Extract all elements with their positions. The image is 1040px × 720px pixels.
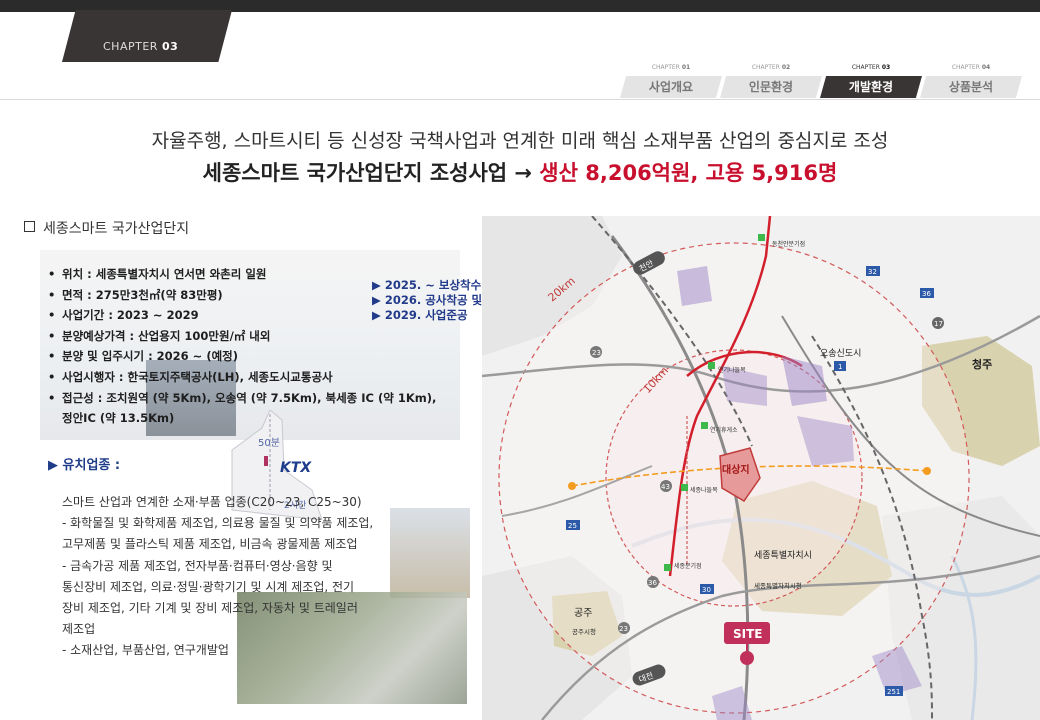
header-divider [0, 99, 1040, 100]
industry-line: 고무제품 및 플라스틱 제품 제조업, 비금속 광물제품 제조업 [62, 537, 358, 552]
headline: 자율주행, 스마트시티 등 신성장 국책사업과 연계한 미래 핵심 소재부품 산… [151, 130, 889, 152]
tab-caption: CHAPTER 03 [851, 64, 891, 71]
list-item: • 분양예상가격 : 산업용지 100만원/㎡ 내외 [48, 328, 271, 343]
tab-chapter-03[interactable]: CHAPTER 03 개발환경 [820, 62, 922, 98]
industry-line: - 소재산업, 부품산업, 연구개발업 [62, 643, 229, 658]
route-number: 25 [568, 522, 577, 530]
station-label: 연기나들목 [718, 366, 746, 374]
route-number: 23 [592, 349, 601, 357]
industry-line: 통신장비 제조업, 의료·정밀·광학기기 및 시계 제조업, 전기 [62, 579, 355, 594]
station-label: 동천안분기점 [772, 240, 805, 248]
target-area-label: 대상지 [722, 463, 750, 476]
tab-chapter-04[interactable]: CHAPTER 04 상품분석 [920, 62, 1022, 98]
place-label: 청주 [972, 357, 992, 371]
list-item-continuation: 정안IC (약 13.5Km) [62, 411, 175, 426]
chapter-tab [62, 10, 232, 62]
ktx-logo: KTX [280, 460, 312, 476]
station-label: 세종나들목 [690, 486, 718, 494]
industry-line: - 금속가공 제품 제조업, 전자부품·컴퓨터·영상·음향 및 [62, 558, 333, 573]
place-label: 세종특별자치시 [754, 549, 812, 561]
route-number: 23 [619, 625, 628, 633]
industry-title: ▶ 유치업종 : [48, 458, 121, 473]
place-label: 세종특별자치시청 [754, 581, 802, 590]
tab-caption: CHAPTER 02 [751, 64, 791, 71]
tab-chapter-01[interactable]: CHAPTER 01 사업개요 [620, 62, 722, 98]
chapter-number: 03 [161, 40, 179, 53]
route-number: 36 [648, 579, 657, 587]
ktx-time-top: 50분 [258, 437, 280, 449]
list-item: • 분양 및 입주시기 : 2026 ~ (예정) [48, 349, 238, 364]
checkbox-square-icon [24, 221, 35, 232]
chapter-prefix: CHAPTER [103, 40, 158, 53]
route-number: 43 [661, 483, 670, 491]
industry-line: 제조업 [62, 622, 96, 637]
section-title-text: 세종스마트 국가산업단지 [43, 221, 190, 237]
list-item: • 접근성 : 조치원역 (약 5Km), 오송역 (약 7.5Km), 북세종 … [48, 390, 437, 405]
tab-caption: CHAPTER 01 [651, 64, 691, 71]
industry-line: - 화학물질 및 화학제품 제조업, 의료용 물질 및 의약품 제조업, [62, 516, 374, 531]
route-number: 251 [887, 688, 900, 696]
place-label: 공주시청 [572, 628, 596, 636]
industry-line: 스마트 산업과 연계한 소재·부품 업종(C20~23, C25~30) [62, 495, 362, 509]
subhead-main: 세종스마트 국가산업단지 조성사업 → [202, 161, 532, 185]
list-item: • 사업시행자 : 한국토지주택공사(LH), 세종도시교통공사 [48, 369, 333, 384]
tab-caption: CHAPTER 04 [951, 64, 991, 71]
tab-label: 사업개요 [620, 76, 722, 98]
chapter-label: CHAPTER 03 [103, 40, 178, 53]
place-label: 오송신도시 [820, 348, 861, 359]
tab-label: 상품분석 [920, 76, 1022, 98]
place-label: 공주 [574, 607, 592, 619]
industry-list: 스마트 산업과 연계한 소재·부품 업종(C20~23, C25~30) - 화… [62, 492, 462, 662]
site-marker-label: SITE [733, 627, 763, 641]
subhead: 세종스마트 국가산업단지 조성사업 → 생산 8,206억원, 고용 5,916… [0, 157, 1040, 187]
route-number: 32 [868, 268, 877, 276]
subhead-highlight: 생산 8,206억원, 고용 5,916명 [532, 161, 838, 185]
station-label: 연기휴게소 [710, 426, 738, 434]
station-label: 세종분기점 [674, 562, 702, 570]
tab-label: 인문환경 [720, 76, 822, 98]
section-title: 세종스마트 국가산업단지 [24, 218, 189, 238]
route-number: 30 [702, 586, 711, 594]
tab-label: 개발환경 [820, 76, 922, 98]
route-number: 36 [922, 290, 931, 298]
tab-chapter-02[interactable]: CHAPTER 02 인문환경 [720, 62, 822, 98]
location-map: 20km 10km 대상지 동천안분기점 연기나들목 연기휴게소 세종나들목 세… [482, 216, 1040, 720]
route-number: 1 [838, 363, 842, 371]
route-number: 17 [934, 320, 943, 328]
industry-line: 장비 제조업, 기타 기계 및 장비 제조업, 자동차 및 트레일러 [62, 600, 358, 615]
